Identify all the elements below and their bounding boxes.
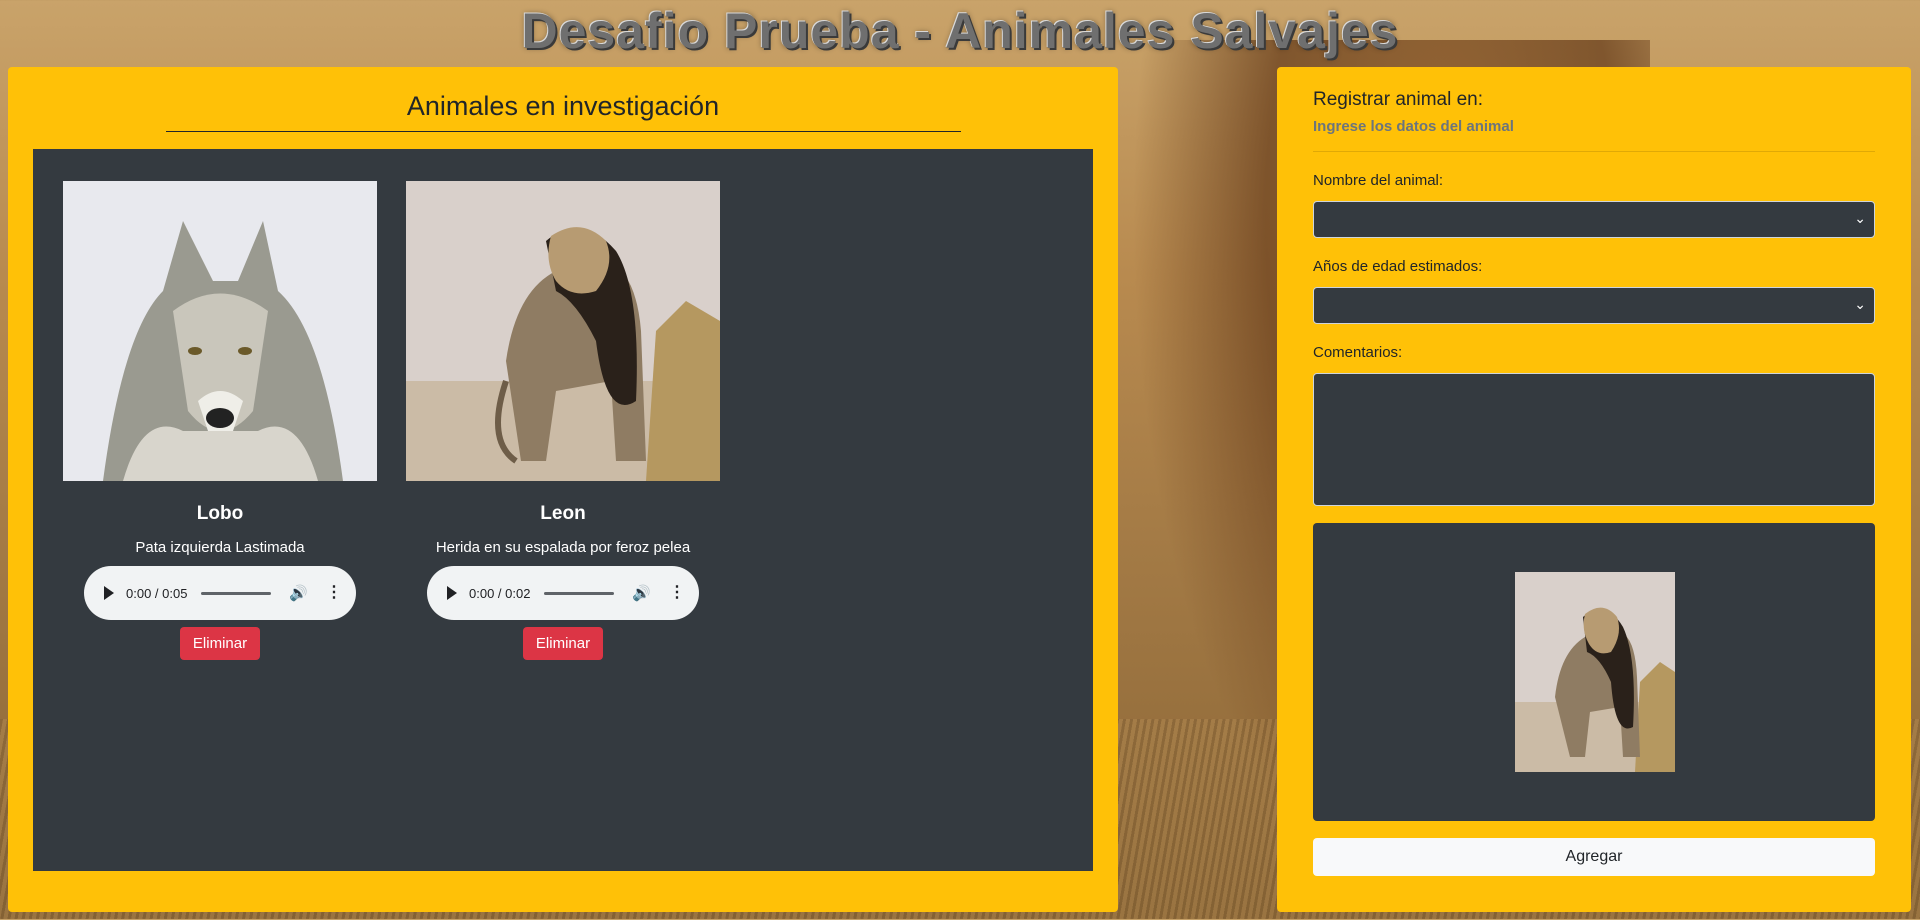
animal-name: Leon <box>540 503 586 524</box>
register-form-panel: Registrar animal en: Ingrese los datos d… <box>1277 67 1911 912</box>
animals-list: Lobo Pata izquierda Lastimada 0:00 / 0:0… <box>33 149 1093 871</box>
chevron-down-icon: ⌄ <box>1854 210 1866 226</box>
audio-player[interactable]: 0:00 / 0:05 🔊 ⋮ <box>84 566 356 620</box>
wolf-photo <box>63 181 377 481</box>
animal-name-select[interactable]: ⌄ <box>1313 201 1875 238</box>
chevron-down-icon: ⌄ <box>1854 296 1866 312</box>
add-button[interactable]: Agregar <box>1313 838 1875 876</box>
more-options-icon[interactable]: ⋮ <box>326 585 342 601</box>
delete-button[interactable]: Eliminar <box>179 627 261 660</box>
image-preview <box>1313 523 1875 821</box>
age-select[interactable]: ⌄ <box>1313 287 1875 324</box>
audio-time: 0:00 / 0:05 <box>126 585 188 601</box>
animal-name: Lobo <box>196 503 244 524</box>
animal-name-label: Nombre del animal: <box>1313 172 1444 189</box>
comments-label: Comentarios: <box>1313 344 1403 361</box>
volume-icon[interactable]: 🔊 <box>632 584 651 602</box>
more-options-icon[interactable]: ⋮ <box>669 585 685 601</box>
audio-progress-slider[interactable] <box>201 591 272 595</box>
play-icon[interactable] <box>447 586 457 600</box>
age-label: Años de edad estimados: <box>1313 258 1483 275</box>
form-title: Registrar animal en: <box>1313 89 1484 110</box>
comments-textarea[interactable] <box>1313 373 1875 506</box>
lion-preview-image <box>1515 572 1675 772</box>
animal-description: Pata izquierda Lastimada <box>135 539 305 556</box>
volume-icon[interactable]: 🔊 <box>289 584 308 602</box>
audio-progress-slider[interactable] <box>544 591 615 595</box>
form-divider <box>1313 151 1875 152</box>
play-icon[interactable] <box>104 586 114 600</box>
audio-time: 0:00 / 0:02 <box>469 585 531 601</box>
animals-heading: Animales en investigación <box>406 91 720 121</box>
animal-card-lobo: Lobo Pata izquierda Lastimada 0:00 / 0:0… <box>63 181 377 660</box>
animals-panel: Animales en investigación Lobo Pata izqu… <box>8 67 1118 912</box>
heading-divider <box>166 131 961 132</box>
form-subtitle: Ingrese los datos del animal <box>1313 118 1514 135</box>
page-title: Desafio Prueba - Animales Salvajes <box>521 3 1399 59</box>
lion-photo <box>406 181 720 481</box>
animal-description: Herida en su espalada por feroz pelea <box>435 539 691 556</box>
delete-button[interactable]: Eliminar <box>522 627 604 660</box>
audio-player[interactable]: 0:00 / 0:02 🔊 ⋮ <box>427 566 699 620</box>
animal-card-leon: Leon Herida en su espalada por feroz pel… <box>406 181 720 660</box>
